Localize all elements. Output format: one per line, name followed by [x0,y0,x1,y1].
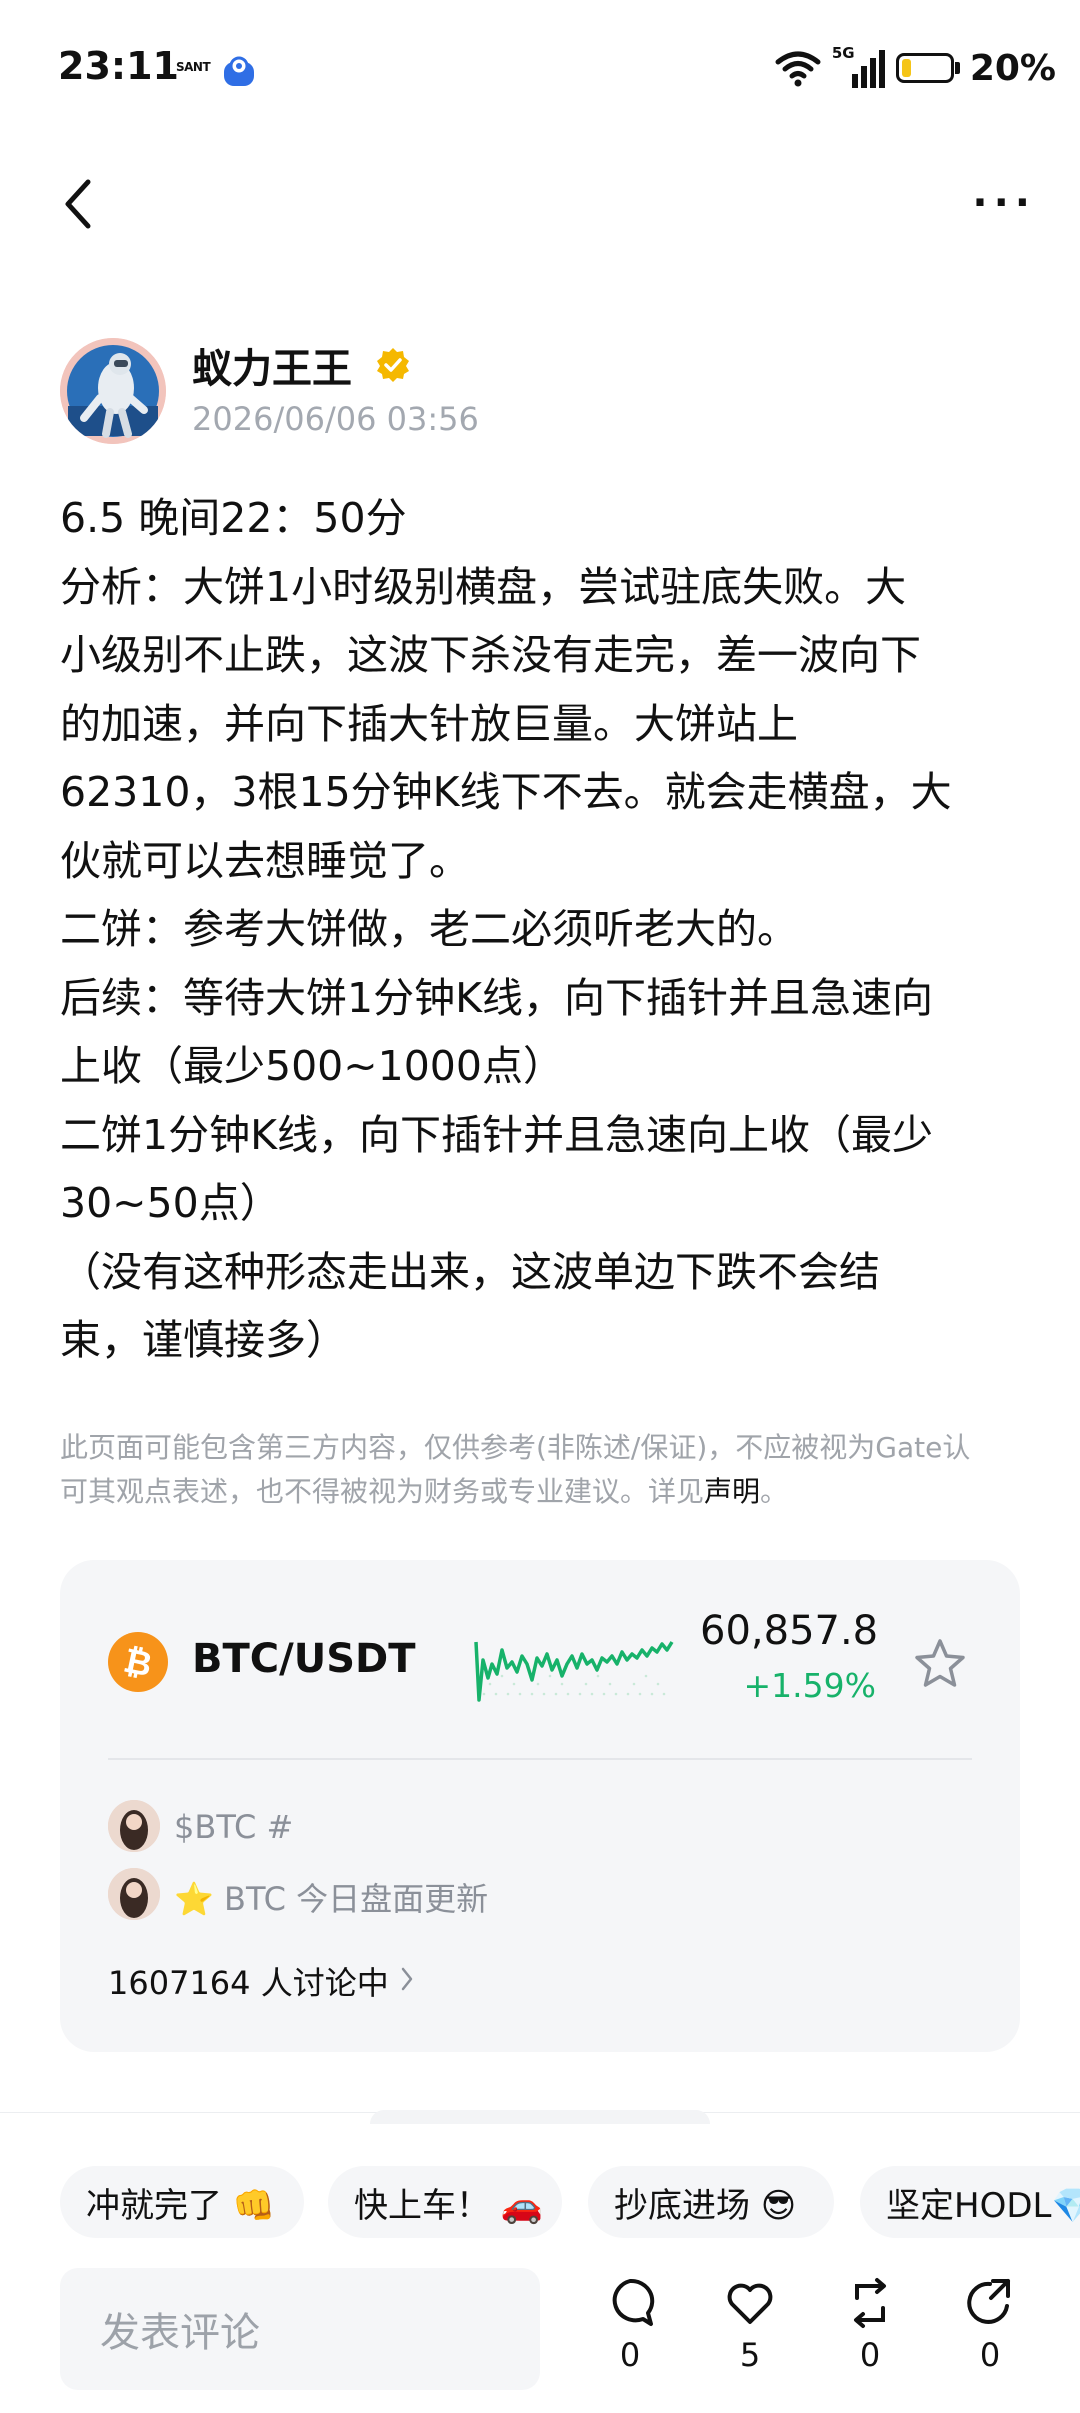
post-line: 分析：大饼1小时级别横盘，尝试驻底失败。大 [60,562,907,611]
disclaimer-line2: 可其观点表述，也不得被视为财务或专业建议。详见 [60,1475,705,1508]
repost-count: 0 [859,2336,881,2374]
like-count: 5 [739,2336,761,2374]
heart-icon [727,2283,773,2324]
notification-app-icon: SANT [176,60,211,74]
chevron-right-icon[interactable] [400,1966,414,1992]
comment-input[interactable]: 发表评论 [60,2268,540,2390]
author-name[interactable]: 蚁力王王 [192,336,352,394]
post-date: 2026/06/06 03:56 [192,400,479,438]
btc-change-percent: +1.59% [743,1666,876,1705]
btc-price: 60,857.8 [700,1608,879,1654]
post-line: 二饼1分钟K线，向下插针并且急速向上收（最少 [60,1110,933,1159]
disclaimer-text: 此页面可能包含第三方内容，仅供参考(非陈述/保证)，不应被视为Gate认 可其观… [60,1426,1030,1514]
feed-item-1[interactable]: $BTC # [174,1808,293,1846]
like-button[interactable]: 5 [710,2276,790,2374]
bitcoin-icon: ₿ [108,1632,168,1692]
share-count: 0 [979,2336,1001,2374]
notification-app2-icon [224,56,254,86]
quick-reply-chip[interactable]: 冲就完了 👊 [60,2166,304,2238]
discussion-count[interactable]: 1607164 人讨论中 [108,1958,389,2004]
post-line: 62310，3根15分钟K线下不去。就会走横盘，大 [60,768,952,816]
post-content: 6.5 晚间22：50分 分析：大饼1小时级别横盘，尝试驻底失败。大 小级别不止… [60,484,1020,1375]
verified-badge-icon [377,348,409,382]
battery-percent: 20% [969,47,1056,89]
post-line: 小级别不止跌，这波下杀没有走完，差一波向下 [60,631,921,679]
feed-item-2[interactable]: ⭐ BTC 今日盘面更新 [174,1874,488,1920]
price-sparkline [474,1641,674,1702]
post-line: （没有这种形态走出来，这波单边下跌不会结 [60,1247,880,1296]
feed-user-avatar[interactable] [108,1800,160,1852]
share-icon [967,2279,1010,2324]
quick-reply-chip[interactable]: 坚定HODL💎 [860,2166,1080,2238]
wifi-icon [775,51,821,87]
share-button[interactable]: 0 [950,2276,1030,2374]
feed-user-avatar[interactable] [108,1868,160,1920]
post-line: 伙就可以去想睡觉了。 [60,836,470,885]
post-line: 6.5 晚间22：50分 [60,494,407,542]
repost-icon [854,2278,886,2328]
cellular-signal-icon: 5G [832,44,886,90]
post-line: 束，谨慎接多） [60,1316,347,1364]
status-time: 23:11 [58,44,179,88]
trading-pair[interactable]: BTC/USDT [192,1636,416,1682]
post-line: 二饼：参考大饼做，老二必须听老大的。 [60,905,798,953]
post-line: 后续：等待大饼1分钟K线，向下插针并且急速向 [60,973,933,1022]
quick-reply-chip[interactable]: 抄底进场 😎 [588,2166,834,2238]
post-line: 上收（最少500~1000点） [60,1042,564,1090]
post-line: 30~50点） [60,1179,281,1227]
quick-reply-chip[interactable]: 快上车！ 🚗 [328,2166,562,2238]
comment-count: 0 [619,2336,641,2374]
card-divider [108,1758,972,1760]
back-chevron-icon[interactable] [58,176,102,232]
favorite-star-icon[interactable] [912,1636,968,1692]
more-options-button[interactable]: ··· [972,180,1036,226]
battery-icon [895,53,960,83]
author-avatar[interactable] [60,338,166,444]
post-line: 的加速，并向下插大针放巨量。大饼站上 [60,699,798,748]
disclaimer-end: 。 [760,1475,789,1508]
comment-icon [612,2278,655,2326]
disclaimer-line1: 此页面可能包含第三方内容，仅供参考(非陈述/保证)，不应被视为Gate认 [60,1431,971,1464]
disclaimer-link[interactable]: 声明 [704,1475,760,1508]
scroll-peek-element [370,2110,710,2124]
repost-button[interactable]: 0 [830,2276,910,2374]
comment-button[interactable]: 0 [590,2276,670,2374]
status-right-group: 5G 20% [774,44,1056,92]
